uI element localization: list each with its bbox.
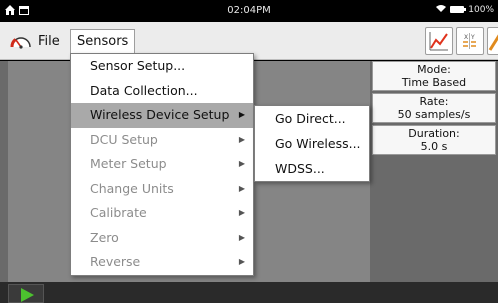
collection-info-panel: Mode: Time Based Rate: 50 samples/s Dura… [372,61,498,157]
meter-view-icon [488,34,498,58]
submenu-arrow-icon: ▶ [238,208,245,217]
submenu-arrow-icon: ▶ [238,257,245,266]
duration-label: Duration: [408,127,460,140]
submenu-arrow-icon: ▶ [238,134,245,144]
wireless-device-submenu: Go Direct... Go Wireless... WDSS... [254,105,370,182]
duration-value: 5.0 s [420,140,448,153]
battery-percent: 100% [468,4,494,15]
menu-item-wireless-device-setup[interactable]: Wireless Device Setup ▶ [71,103,253,128]
status-bar: 02:04PM 100% [0,0,498,22]
menu-item-calibrate[interactable]: Calibrate ▶ [71,201,253,226]
status-indicators: 100% [436,4,494,15]
mode-label: Mode: [417,63,451,76]
table-view-icon: X Y [457,33,483,58]
menu-item-label: Sensor Setup... [90,58,186,73]
menu-item-meter-setup[interactable]: Meter Setup ▶ [71,152,253,177]
submenu-arrow-icon: ▶ [238,183,245,193]
menu-item-sensor-setup[interactable]: Sensor Setup... [71,54,253,79]
meter-view-button[interactable] [487,27,498,55]
menu-item-change-units[interactable]: Change Units ▶ [71,177,253,202]
submenu-arrow-icon: ▶ [238,232,245,242]
submenu-arrow-icon: ▶ [238,159,245,168]
wifi-icon [436,4,447,15]
rate-value: 50 samples/s [397,108,471,121]
menu-item-wdss[interactable]: WDSS... [255,156,369,181]
submenu-arrow-icon: ▶ [238,110,245,119]
sensors-dropdown-menu: Sensor Setup... Data Collection... Wirel… [70,53,254,276]
graph-view-icon [426,32,452,58]
battery-icon [450,6,467,13]
table-view-button[interactable]: X Y [456,27,484,55]
graph-view-button[interactable] [425,27,453,55]
menu-item-label: Wireless Device Setup [90,107,230,122]
menu-item-go-direct[interactable]: Go Direct... [255,106,369,131]
menu-item-label: Zero [90,229,119,245]
rate-box[interactable]: Rate: 50 samples/s [372,93,496,123]
rate-label: Rate: [419,95,449,108]
menu-item-label: Go Wireless... [275,136,361,151]
file-menu[interactable]: File [38,34,60,49]
duration-box[interactable]: Duration: 5.0 s [372,125,496,155]
menu-item-dcu-setup[interactable]: DCU Setup ▶ [71,128,253,153]
svg-text:Y: Y [470,34,475,41]
menu-item-zero[interactable]: Zero ▶ [71,226,253,251]
menu-item-label: Data Collection... [90,82,198,98]
menu-item-label: Reverse [90,254,141,269]
menu-item-label: Calibrate [90,205,147,220]
mode-value: Time Based [401,76,467,89]
gauge-icon [10,31,32,51]
menu-item-go-wireless[interactable]: Go Wireless... [255,131,369,156]
collect-play-button[interactable] [8,284,44,303]
menu-item-reverse[interactable]: Reverse ▶ [71,250,253,275]
bottom-bar [0,282,498,303]
menu-item-label: DCU Setup [90,131,158,147]
menu-item-label: Go Direct... [275,111,346,126]
status-time: 02:04PM [227,5,271,16]
svg-text:X: X [464,34,468,41]
menu-item-label: Change Units [90,180,174,196]
menu-item-label: WDSS... [275,161,325,176]
sensors-menu-button[interactable]: Sensors [70,29,136,53]
menu-item-label: Meter Setup [90,156,167,171]
menu-item-data-collection[interactable]: Data Collection... [71,79,253,104]
mode-box[interactable]: Mode: Time Based [372,61,496,91]
